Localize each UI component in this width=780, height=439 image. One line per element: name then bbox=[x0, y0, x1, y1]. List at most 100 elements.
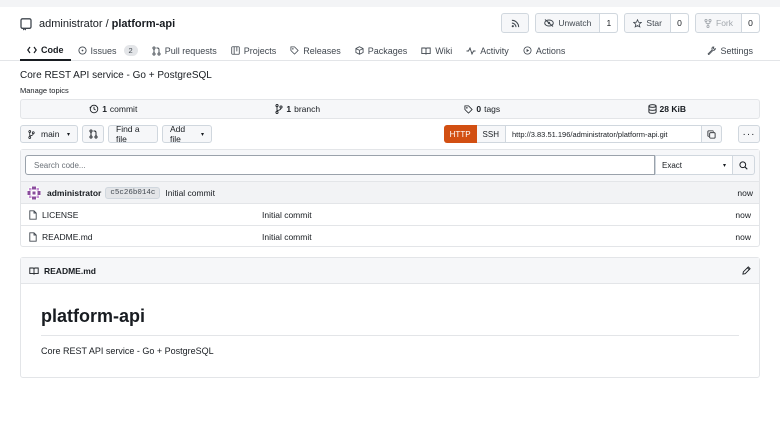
file-link[interactable]: README.md bbox=[42, 232, 93, 242]
readme-filename[interactable]: README.md bbox=[44, 266, 96, 276]
commit-message[interactable]: Initial commit bbox=[165, 188, 215, 198]
repo-description: Core REST API service - Go + PostgreSQL bbox=[20, 70, 212, 81]
watch-button-group: Unwatch 1 bbox=[535, 13, 619, 33]
top-strip bbox=[0, 0, 780, 7]
branches-stat[interactable]: 1 branch bbox=[206, 100, 391, 118]
add-file-label: Add file bbox=[170, 124, 186, 144]
tab-projects-label: Projects bbox=[243, 45, 277, 56]
tab-issues-label: Issues bbox=[90, 45, 117, 56]
file-browser: Exact ▾ administrator c5c26b014c Initial… bbox=[20, 149, 760, 247]
commits-count: 1 bbox=[102, 104, 107, 114]
pencil-icon bbox=[742, 266, 751, 275]
commit-time: now bbox=[737, 187, 753, 198]
star-button-group: Star 0 bbox=[624, 13, 689, 33]
chevron-down-icon: ▾ bbox=[722, 162, 726, 169]
chevron-down-icon: ▾ bbox=[66, 131, 70, 138]
repo-separator: / bbox=[105, 18, 109, 30]
tags-label: tags bbox=[484, 104, 501, 114]
issue-icon bbox=[77, 46, 87, 55]
fork-button[interactable]: Fork bbox=[696, 14, 741, 32]
code-search-input[interactable] bbox=[25, 155, 655, 175]
unwatch-button[interactable]: Unwatch bbox=[536, 14, 599, 32]
repo-name-link[interactable]: platform-api bbox=[112, 18, 176, 30]
history-icon bbox=[89, 104, 99, 114]
file-commit-message[interactable]: Initial commit bbox=[262, 210, 312, 220]
http-clone-tab[interactable]: HTTP bbox=[443, 125, 477, 143]
fork-count[interactable]: 0 bbox=[741, 14, 759, 32]
rss-icon bbox=[511, 19, 520, 27]
tags-count: 0 bbox=[476, 104, 482, 114]
branches-label: branch bbox=[294, 104, 321, 114]
tab-wiki-label: Wiki bbox=[435, 45, 453, 56]
repo-owner-link[interactable]: administrator bbox=[39, 18, 103, 30]
watch-count[interactable]: 1 bbox=[599, 14, 618, 32]
more-options-button[interactable]: ··· bbox=[738, 125, 760, 143]
branch-icon bbox=[275, 104, 283, 114]
clone-url-input[interactable]: http://3.83.51.196/administrator/platfor… bbox=[506, 125, 702, 143]
pull-request-icon bbox=[152, 45, 161, 56]
size-stat: 28 KiB bbox=[575, 100, 760, 118]
fork-icon bbox=[704, 18, 712, 28]
add-file-button[interactable]: Add file ▾ bbox=[162, 124, 212, 144]
tab-activity[interactable]: Activity bbox=[459, 40, 516, 61]
readme-content: platform-api Core REST API service - Go … bbox=[21, 306, 759, 356]
commit-author[interactable]: administrator bbox=[47, 188, 101, 198]
commits-label: commit bbox=[109, 104, 138, 114]
avatar[interactable] bbox=[27, 185, 41, 200]
tab-releases-label: Releases bbox=[303, 45, 341, 56]
find-file-button[interactable]: Find a file bbox=[108, 124, 158, 144]
fork-button-group: Fork 0 bbox=[695, 13, 760, 33]
tab-pull-requests[interactable]: Pull requests bbox=[145, 40, 224, 61]
repo-tabs: Code Issues 2 Pull requests Projects Rel… bbox=[20, 40, 760, 61]
commits-stat[interactable]: 1 commit bbox=[21, 100, 206, 118]
tab-settings[interactable]: Settings bbox=[700, 40, 760, 61]
branch-selector[interactable]: main ▾ bbox=[20, 125, 78, 143]
chevron-down-icon: ▾ bbox=[200, 131, 204, 138]
tab-code-label: Code bbox=[41, 44, 64, 55]
tab-activity-label: Activity bbox=[480, 45, 509, 56]
tab-packages[interactable]: Packages bbox=[348, 40, 415, 61]
compare-button[interactable] bbox=[82, 125, 104, 143]
table-row: README.md Initial commit now bbox=[21, 226, 759, 248]
readme-paragraph: Core REST API service - Go + PostgreSQL bbox=[41, 346, 214, 356]
search-mode-dropdown[interactable]: Exact ▾ bbox=[655, 155, 733, 175]
commit-sha-badge[interactable]: c5c26b014c bbox=[105, 186, 161, 199]
search-button[interactable] bbox=[733, 155, 755, 175]
tab-projects[interactable]: Projects bbox=[224, 40, 284, 61]
repo-toolbar: main ▾ Find a file Add file ▾ HTTP SSH h… bbox=[20, 124, 760, 144]
search-mode-value: Exact bbox=[662, 160, 683, 170]
star-button[interactable]: Star bbox=[625, 14, 670, 32]
file-link[interactable]: LICENSE bbox=[42, 210, 78, 220]
package-icon bbox=[355, 46, 364, 55]
copy-url-button[interactable] bbox=[702, 125, 722, 143]
copy-icon bbox=[707, 129, 716, 139]
tab-actions[interactable]: Actions bbox=[516, 40, 573, 61]
code-search-bar: Exact ▾ bbox=[21, 150, 759, 182]
tab-code[interactable]: Code bbox=[20, 40, 71, 61]
tab-settings-label: Settings bbox=[720, 45, 753, 56]
tab-wiki[interactable]: Wiki bbox=[414, 40, 459, 61]
tools-icon bbox=[707, 46, 717, 55]
tab-releases[interactable]: Releases bbox=[283, 40, 348, 61]
eye-slash-icon bbox=[544, 19, 555, 27]
project-icon bbox=[231, 46, 240, 55]
book-icon bbox=[29, 267, 39, 275]
ssh-clone-tab[interactable]: SSH bbox=[476, 125, 506, 143]
tab-issues[interactable]: Issues 2 bbox=[71, 40, 145, 61]
latest-commit-row: administrator c5c26b014c Initial commit … bbox=[21, 182, 759, 204]
file-commit-time: now bbox=[735, 209, 751, 220]
file-commit-time: now bbox=[735, 232, 751, 242]
edit-readme-button[interactable] bbox=[742, 266, 751, 275]
repo-icon bbox=[20, 17, 32, 30]
star-count[interactable]: 0 bbox=[670, 14, 688, 32]
tag-icon bbox=[290, 46, 299, 55]
manage-topics-link[interactable]: Manage topics bbox=[20, 86, 69, 95]
tags-stat[interactable]: 0 tags bbox=[390, 100, 575, 118]
tag-icon bbox=[464, 104, 474, 114]
rss-button[interactable] bbox=[501, 13, 530, 33]
file-commit-message[interactable]: Initial commit bbox=[262, 232, 312, 242]
readme-header: README.md bbox=[21, 258, 759, 284]
tab-actions-label: Actions bbox=[535, 45, 566, 56]
tab-pull-requests-label: Pull requests bbox=[164, 45, 217, 56]
star-label: Star bbox=[646, 18, 662, 28]
